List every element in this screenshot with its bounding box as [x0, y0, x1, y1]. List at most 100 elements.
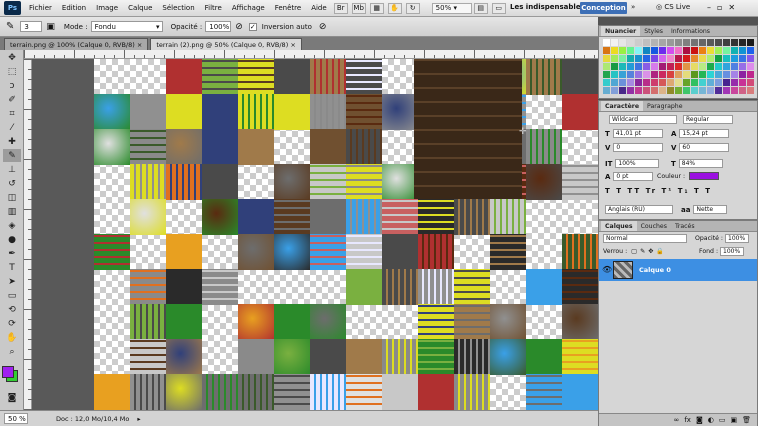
- menu-file[interactable]: Fichier: [24, 4, 57, 12]
- tab-paths[interactable]: Tracés: [671, 221, 699, 231]
- menu-layer[interactable]: Calque: [123, 4, 157, 12]
- tab-paragraph[interactable]: Paragraphe: [643, 101, 687, 111]
- color-swatch[interactable]: [715, 87, 722, 94]
- color-swatch[interactable]: [635, 87, 642, 94]
- color-swatch[interactable]: [659, 87, 666, 94]
- color-swatch[interactable]: [619, 47, 626, 54]
- color-swatch[interactable]: [627, 47, 634, 54]
- arrange-documents-icon[interactable]: ▤: [473, 2, 488, 14]
- color-swatch[interactable]: [603, 39, 610, 46]
- color-swatch[interactable]: [619, 39, 626, 46]
- status-menu-icon[interactable]: ▸: [137, 415, 140, 423]
- color-swatch[interactable]: [651, 47, 658, 54]
- menu-select[interactable]: Sélection: [157, 4, 199, 12]
- color-swatch[interactable]: [635, 55, 642, 62]
- color-swatch[interactable]: [731, 55, 738, 62]
- canvas-area[interactable]: ✛: [32, 59, 598, 410]
- tab-terrain[interactable]: terrain.png @ 100% (Calque 0, RVB/8) ×: [4, 38, 149, 50]
- tab-terrain-2[interactable]: terrain (2).png @ 50% (Calque 0, RVB/8) …: [150, 38, 302, 50]
- delete-layer-icon[interactable]: 🗑: [742, 416, 751, 424]
- color-swatch[interactable]: [683, 71, 690, 78]
- color-swatch[interactable]: [611, 87, 618, 94]
- color-swatch[interactable]: [699, 39, 706, 46]
- cs-live-button[interactable]: ◎ CS Live: [656, 3, 690, 11]
- color-swatch[interactable]: [619, 71, 626, 78]
- brush-tool-preset-icon[interactable]: ✎: [6, 21, 14, 32]
- color-swatch[interactable]: [603, 71, 610, 78]
- color-swatch[interactable]: [707, 63, 714, 70]
- menu-image[interactable]: Image: [91, 4, 123, 12]
- color-swatch[interactable]: [707, 87, 714, 94]
- color-swatch[interactable]: [691, 71, 698, 78]
- color-swatch[interactable]: [635, 47, 642, 54]
- layer-mask-icon[interactable]: ◙: [696, 416, 703, 424]
- color-swatch[interactable]: [651, 87, 658, 94]
- path-select-tool-icon[interactable]: ➤: [3, 275, 21, 288]
- lasso-tool-icon[interactable]: ↄ: [3, 79, 21, 92]
- blend-mode-select[interactable]: Normal: [603, 234, 687, 243]
- color-swatch[interactable]: [699, 79, 706, 86]
- swatch-grid[interactable]: [599, 37, 757, 97]
- color-swatch[interactable]: [683, 79, 690, 86]
- color-swatch[interactable]: [619, 79, 626, 86]
- history-brush-tool-icon[interactable]: ↺: [3, 177, 21, 190]
- color-swatch[interactable]: [731, 71, 738, 78]
- color-swatch[interactable]: [691, 79, 698, 86]
- color-swatch[interactable]: [699, 87, 706, 94]
- color-swatch[interactable]: [627, 79, 634, 86]
- vertical-scale-field[interactable]: 100%: [615, 159, 660, 168]
- close-tab-icon[interactable]: ×: [290, 41, 295, 49]
- color-swatch[interactable]: [691, 55, 698, 62]
- color-swatch[interactable]: [715, 63, 722, 70]
- text-color-swatch[interactable]: [689, 172, 720, 180]
- workspace-more-button[interactable]: »: [631, 3, 635, 11]
- color-swatch[interactable]: [707, 39, 714, 46]
- color-swatch[interactable]: [699, 63, 706, 70]
- color-swatch[interactable]: [715, 55, 722, 62]
- color-swatch[interactable]: [667, 47, 674, 54]
- menu-edit[interactable]: Edition: [57, 4, 91, 12]
- color-swatch[interactable]: [643, 87, 650, 94]
- color-swatch[interactable]: [739, 87, 746, 94]
- color-swatch[interactable]: [659, 79, 666, 86]
- eraser-tool-icon[interactable]: ◫: [3, 191, 21, 204]
- color-swatch[interactable]: [643, 63, 650, 70]
- hand-icon[interactable]: ✋: [387, 2, 402, 14]
- color-swatch[interactable]: [667, 55, 674, 62]
- color-swatch[interactable]: [611, 79, 618, 86]
- color-swatch[interactable]: [739, 63, 746, 70]
- color-swatch[interactable]: [691, 47, 698, 54]
- color-swatch[interactable]: [723, 87, 730, 94]
- color-swatch[interactable]: [731, 47, 738, 54]
- color-swatch[interactable]: [667, 63, 674, 70]
- menu-help[interactable]: Aide: [306, 4, 331, 12]
- gradient-tool-icon[interactable]: ▥: [3, 205, 21, 218]
- layer-style-icon[interactable]: fx: [684, 416, 691, 424]
- color-swatch[interactable]: [731, 79, 738, 86]
- color-swatch[interactable]: [715, 71, 722, 78]
- tab-swatches[interactable]: Nuancier: [601, 26, 641, 36]
- color-swatch[interactable]: [627, 39, 634, 46]
- link-layers-icon[interactable]: ∞: [674, 416, 680, 424]
- workspace-essentials[interactable]: Les indispensables: [510, 3, 585, 11]
- guides-icon[interactable]: ▦: [369, 2, 384, 14]
- color-swatch[interactable]: [611, 47, 618, 54]
- auto-erase-checkbox[interactable]: ✓: [248, 22, 257, 31]
- fill-field[interactable]: 100%: [720, 247, 745, 256]
- color-swatch[interactable]: [627, 55, 634, 62]
- brush-panel-icon[interactable]: ▣: [46, 22, 55, 32]
- color-swatch[interactable]: [683, 39, 690, 46]
- color-swatch[interactable]: [747, 79, 754, 86]
- color-swatch[interactable]: [675, 71, 682, 78]
- color-swatch[interactable]: [675, 79, 682, 86]
- clone-stamp-tool-icon[interactable]: ⊥: [3, 163, 21, 176]
- font-family-select[interactable]: Wildcard: [609, 115, 677, 124]
- menu-view[interactable]: Affichage: [227, 4, 270, 12]
- color-swatch[interactable]: [747, 39, 754, 46]
- color-swatch[interactable]: [683, 47, 690, 54]
- color-swatch[interactable]: [651, 55, 658, 62]
- color-swatch[interactable]: [731, 39, 738, 46]
- color-swatch[interactable]: [651, 71, 658, 78]
- brush-tool-icon[interactable]: ✎: [3, 149, 21, 162]
- color-swatch[interactable]: [715, 47, 722, 54]
